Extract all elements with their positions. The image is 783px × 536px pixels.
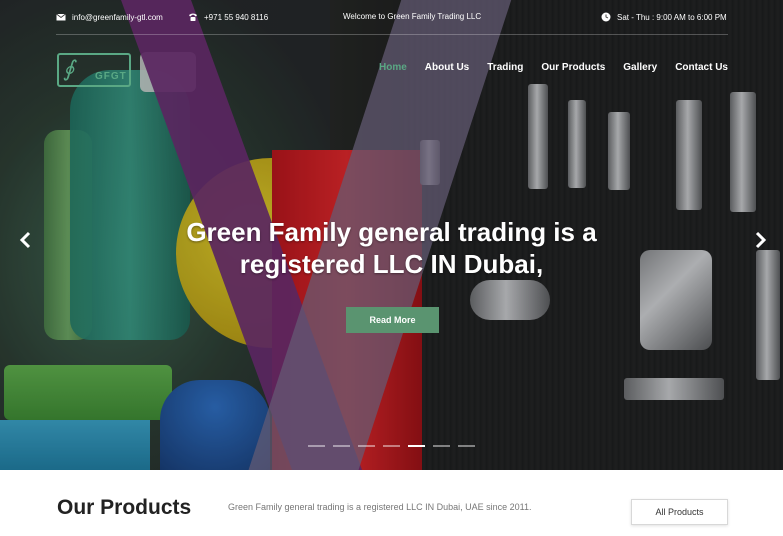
chevron-right-icon[interactable] [752, 230, 768, 250]
email-text[interactable]: info@greenfamily-gtl.com [72, 13, 163, 22]
logo-mark-icon: ∮ [63, 57, 75, 82]
welcome-label: Welcome to Green Family Trading LLC [343, 12, 482, 21]
phone-icon [189, 13, 197, 21]
slider-dot[interactable] [433, 445, 450, 447]
phone-info[interactable]: +971 55 940 8116 [188, 12, 268, 22]
nav-item-home[interactable]: Home [379, 62, 407, 73]
hours-text: Sat - Thu : 9:00 AM to 6:00 PM [617, 12, 727, 22]
logo-text: GFGT [95, 71, 127, 82]
read-more-button[interactable]: Read More [346, 307, 439, 333]
main-nav: Home About Us Trading Our Products Galle… [379, 62, 728, 73]
slider-dot[interactable] [333, 445, 350, 447]
site-logo[interactable]: ∮ GFGT [57, 53, 131, 87]
chevron-left-icon[interactable] [18, 230, 34, 250]
slider-dot[interactable] [408, 445, 425, 447]
hero-headline: Green Family general trading is a regist… [120, 216, 663, 280]
slider-dots [308, 445, 475, 447]
products-description: Green Family general trading is a regist… [228, 502, 532, 512]
slider-dot[interactable] [308, 445, 325, 447]
slider-dot[interactable] [383, 445, 400, 447]
top-info-bar: info@greenfamily-gtl.com +971 55 940 811… [56, 8, 728, 34]
topbar-divider [56, 34, 728, 35]
slider-dot[interactable] [358, 445, 375, 447]
hours-info: Sat - Thu : 9:00 AM to 6:00 PM [601, 12, 727, 22]
hero-headline-line2: registered LLC IN Dubai, [239, 249, 544, 279]
hero-headline-line1: Green Family general trading is a [186, 217, 597, 247]
nav-item-trading[interactable]: Trading [487, 62, 523, 73]
envelope-icon [56, 13, 66, 21]
clock-icon [601, 12, 611, 22]
nav-item-our-products[interactable]: Our Products [541, 62, 605, 73]
email-info[interactable]: info@greenfamily-gtl.com [56, 12, 163, 22]
nav-item-contact-us[interactable]: Contact Us [675, 62, 728, 73]
hero-slider: info@greenfamily-gtl.com +971 55 940 811… [0, 0, 783, 470]
nav-item-about-us[interactable]: About Us [425, 62, 469, 73]
all-products-button[interactable]: All Products [631, 499, 728, 525]
slider-dot[interactable] [458, 445, 475, 447]
nav-item-gallery[interactable]: Gallery [623, 62, 657, 73]
welcome-text: Welcome to Green Family Trading LLC [343, 12, 481, 21]
phone-text[interactable]: +971 55 940 8116 [204, 13, 268, 22]
products-heading: Our Products [57, 496, 192, 519]
